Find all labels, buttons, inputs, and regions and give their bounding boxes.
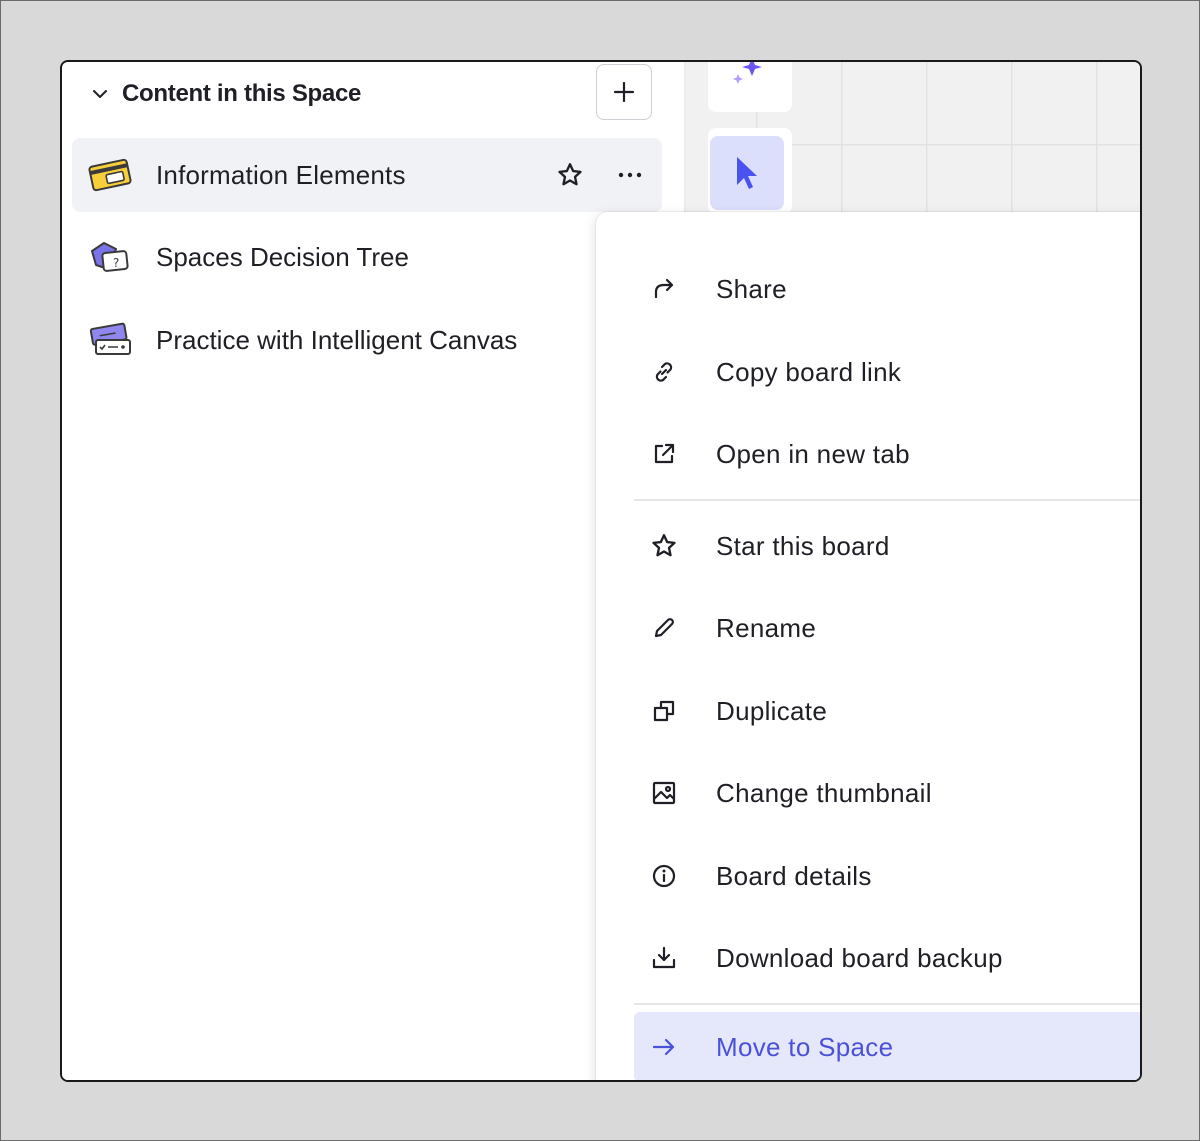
board-item-information-elements[interactable]: Information Elements [72,138,662,212]
board-item-actions [548,138,652,212]
share-arrow-icon [648,273,680,305]
select-tool-button[interactable] [710,136,784,210]
menu-item-label: Board details [716,860,872,891]
menu-item-label: Change thumbnail [716,777,932,808]
menu-item-share[interactable]: Share [634,254,1140,324]
question-cards-thumbnail-icon: ? [86,237,134,277]
section-title: Content in this Space [122,80,362,107]
menu-item-star-board[interactable]: Star this board [634,511,1140,581]
menu-item-label: Download board backup [716,942,1003,973]
more-options-button[interactable] [608,153,652,197]
menu-item-move-to-space[interactable]: Move to Space [634,1012,1140,1080]
link-icon [648,356,680,388]
arrow-right-icon [648,1031,680,1063]
board-context-menu: Share Copy board link Open in new tab St… [596,212,1140,1080]
menu-item-label: Share [716,273,787,304]
tickets-thumbnail-icon [86,320,134,360]
menu-item-open-new-tab[interactable]: Open in new tab [634,419,1140,489]
star-board-button[interactable] [548,153,592,197]
chevron-down-icon[interactable] [90,84,110,104]
svg-text:?: ? [113,256,119,270]
menu-item-board-details[interactable]: Board details [634,841,1140,911]
section-header[interactable]: Content in this Space [90,76,361,112]
image-icon [648,777,680,809]
download-icon [648,942,680,974]
menu-item-download-backup[interactable]: Download board backup [634,923,1140,993]
menu-item-label: Duplicate [716,695,828,726]
add-content-button[interactable] [596,64,652,120]
menu-item-label: Star this board [716,530,890,561]
menu-item-rename[interactable]: Rename [634,593,1140,663]
menu-separator [634,1003,1140,1005]
star-icon [648,530,680,562]
plus-icon [613,81,635,103]
star-icon [558,163,582,186]
cursor-arrow-icon [737,157,757,189]
more-horizontal-icon [618,172,642,178]
external-link-icon [648,438,680,470]
board-label: Information Elements [156,159,406,190]
menu-item-label: Open in new tab [716,438,910,469]
menu-item-label: Move to Space [716,1031,894,1062]
menu-item-label: Rename [716,612,817,643]
menu-item-duplicate[interactable]: Duplicate [634,676,1140,746]
pencil-icon [648,612,680,644]
menu-item-copy-link[interactable]: Copy board link [634,337,1140,407]
ai-tool-card[interactable] [708,62,792,112]
id-card-thumbnail-icon [86,155,134,195]
app-window: Content in this Space Information Elemen… [60,60,1142,1082]
menu-separator [634,499,1140,501]
board-label: Practice with Intelligent Canvas [156,324,518,355]
board-item-practice-intelligent-canvas[interactable]: Practice with Intelligent Canvas [72,303,662,377]
board-label: Spaces Decision Tree [156,241,409,272]
sparkle-icon[interactable] [724,60,774,96]
menu-item-change-thumbnail[interactable]: Change thumbnail [634,758,1140,828]
duplicate-icon [648,695,680,727]
info-icon [648,860,680,892]
canvas-grid [756,62,1140,222]
sidebar: Content in this Space Information Elemen… [62,62,684,1080]
board-item-spaces-decision-tree[interactable]: ? Spaces Decision Tree [72,220,662,294]
menu-item-label: Copy board link [716,356,902,387]
